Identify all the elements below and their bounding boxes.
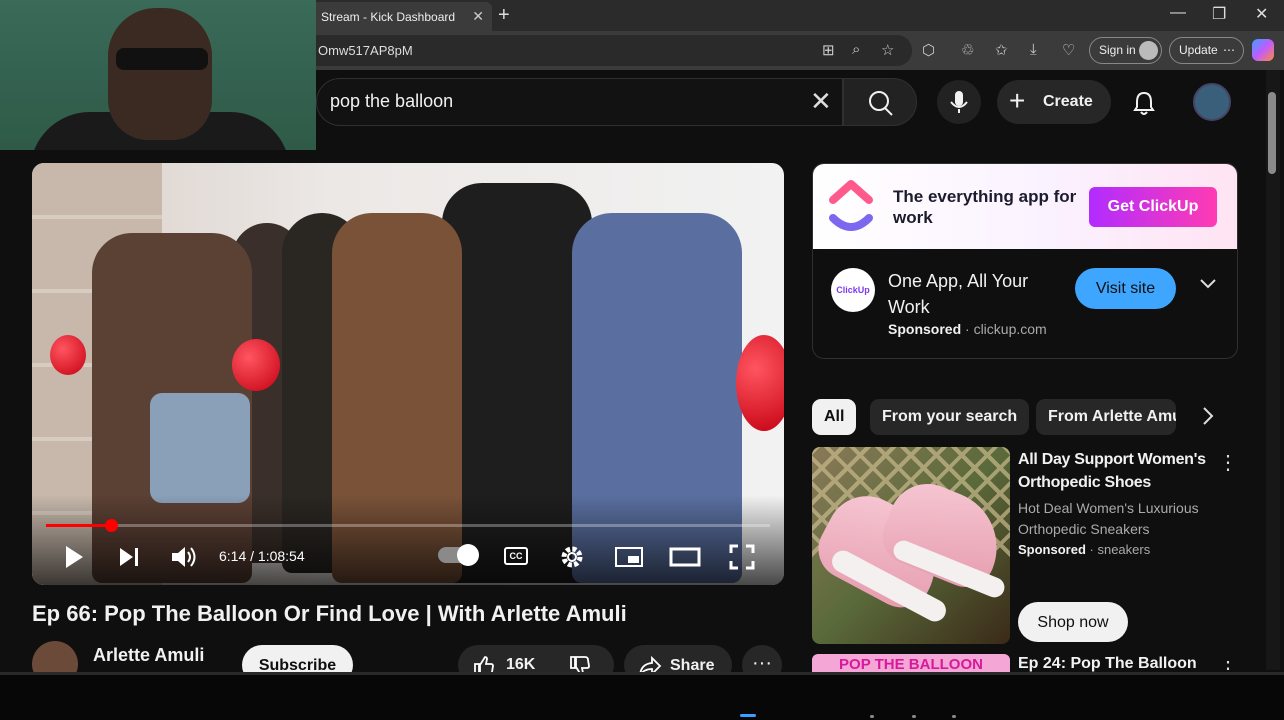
- restore-icon[interactable]: ❐: [1212, 4, 1226, 24]
- clickup-logo-icon: [829, 180, 873, 231]
- ad-banner[interactable]: The everything app for work Get ClickUp: [813, 164, 1237, 249]
- shop-now-button[interactable]: Shop now: [1018, 602, 1128, 642]
- channel-name[interactable]: Arlette Amuli: [93, 645, 204, 666]
- app-indicator: [870, 715, 874, 718]
- performance-icon[interactable]: ♲: [961, 41, 974, 59]
- chip-from-your-search[interactable]: From your search: [870, 399, 1030, 435]
- close-window-icon[interactable]: ✕: [1255, 4, 1268, 24]
- ad-domain: · clickup.com: [965, 321, 1047, 337]
- product-source: · sneakers: [1089, 542, 1151, 557]
- product-menu-icon[interactable]: ⋮: [1218, 450, 1238, 475]
- next-video-title[interactable]: Ep 24: Pop The Balloon: [1018, 655, 1197, 673]
- app-indicator: [952, 715, 956, 718]
- favorite-star-icon[interactable]: ☆: [881, 41, 894, 59]
- copilot-icon[interactable]: [1252, 39, 1274, 61]
- minimize-icon[interactable]: —: [1170, 4, 1186, 22]
- heart-icon[interactable]: ♡: [1062, 41, 1075, 59]
- browser-tab[interactable]: Stream - Kick Dashboard ✕: [312, 2, 492, 31]
- extensions-icon[interactable]: ⬡: [922, 41, 935, 59]
- red-balloon: [736, 335, 784, 431]
- chevron-right-icon[interactable]: [1200, 405, 1216, 427]
- product-title[interactable]: All Day Support Women's Orthopedic Shoes: [1018, 448, 1210, 494]
- visit-site-button[interactable]: Visit site: [1075, 268, 1176, 309]
- webcam-sunglasses: [116, 48, 208, 70]
- volume-icon[interactable]: [170, 545, 198, 569]
- notifications-button[interactable]: [1131, 90, 1157, 121]
- video-player[interactable]: 6:14 / 1:08:54 CC: [32, 163, 784, 585]
- profile-avatar-icon: [1139, 41, 1158, 60]
- webcam-person-head: [108, 8, 212, 140]
- search-icon: [869, 91, 893, 116]
- webcam-overlay: [0, 0, 316, 150]
- bell-icon: [1133, 91, 1155, 115]
- chip-from-channel[interactable]: From Arlette Amuli: [1036, 399, 1176, 435]
- more-menu-icon: ⋯: [1223, 43, 1235, 57]
- search-button[interactable]: [843, 78, 917, 126]
- zoom-icon[interactable]: ⌕: [852, 41, 860, 58]
- downloads-icon[interactable]: ⤓: [1030, 41, 1037, 58]
- app-indicator: [912, 715, 916, 718]
- create-label: Create: [1043, 93, 1093, 110]
- create-button[interactable]: + Create: [997, 80, 1111, 124]
- video-time: 6:14 / 1:08:54: [219, 548, 305, 564]
- chip-all[interactable]: All: [812, 399, 857, 435]
- product-thumbnail[interactable]: [812, 447, 1010, 644]
- progress-bar[interactable]: [46, 524, 770, 527]
- update-button[interactable]: Update ⋯: [1169, 37, 1244, 64]
- ad-tagline: The everything app for work: [893, 187, 1077, 227]
- settings-gear-icon[interactable]: [559, 544, 585, 570]
- fullscreen-icon[interactable]: [729, 544, 755, 570]
- theater-mode-icon[interactable]: [669, 547, 701, 567]
- plus-icon: +: [1009, 85, 1026, 116]
- microphone-icon: [950, 91, 968, 113]
- video-denim-top: [150, 393, 250, 503]
- play-icon[interactable]: [62, 544, 86, 570]
- close-tab-icon[interactable]: ✕: [472, 8, 484, 25]
- advertiser-icon: ClickUp: [831, 268, 875, 312]
- ad-sponsored-line: Sponsored · clickup.com: [888, 321, 1047, 337]
- product-sponsored-label: Sponsored: [1018, 542, 1086, 557]
- account-avatar[interactable]: [1193, 83, 1231, 121]
- product-description: Hot Deal Women's Luxurious Orthopedic Sn…: [1018, 500, 1199, 537]
- url-text: Omw517AP8pM: [318, 43, 413, 58]
- video-title: Ep 66: Pop The Balloon Or Find Love | Wi…: [32, 601, 627, 626]
- progress-played: [46, 524, 112, 527]
- scrollbar-thumb[interactable]: [1268, 92, 1276, 174]
- sign-in-button[interactable]: Sign in: [1089, 37, 1162, 64]
- ad-title[interactable]: One App, All Your Work: [888, 268, 1058, 320]
- miniplayer-icon[interactable]: [614, 546, 644, 568]
- sponsored-ad-card[interactable]: The everything app for work Get ClickUp …: [812, 163, 1238, 359]
- ad-sponsored-label: Sponsored: [888, 321, 962, 337]
- tab-title: Stream - Kick Dashboard: [321, 9, 456, 24]
- red-balloon: [50, 335, 86, 375]
- update-label: Update: [1179, 43, 1218, 57]
- search-query: pop the balloon: [330, 91, 454, 111]
- active-app-indicator: [740, 714, 756, 717]
- sign-in-label: Sign in: [1099, 43, 1136, 57]
- product-sponsored-line: Sponsored · sneakers: [1018, 542, 1150, 557]
- app-grid-icon[interactable]: ⊞: [822, 41, 835, 59]
- autoplay-toggle[interactable]: [438, 544, 479, 566]
- next-video-icon[interactable]: [118, 546, 142, 568]
- controls-gradient: [32, 495, 784, 585]
- next-video-thumbnail[interactable]: POP THE BALLOON: [812, 654, 1010, 674]
- chevron-down-icon[interactable]: [1198, 276, 1218, 292]
- autoplay-knob: [457, 544, 479, 566]
- get-clickup-button[interactable]: Get ClickUp: [1089, 187, 1217, 227]
- clear-search-icon[interactable]: ✕: [810, 86, 832, 117]
- favorites-icon[interactable]: ✩: [995, 41, 1008, 59]
- red-balloon: [232, 339, 280, 391]
- captions-button[interactable]: CC: [504, 547, 528, 565]
- os-taskbar: [0, 672, 1284, 720]
- voice-search-button[interactable]: [937, 80, 981, 124]
- new-tab-icon[interactable]: +: [498, 4, 510, 27]
